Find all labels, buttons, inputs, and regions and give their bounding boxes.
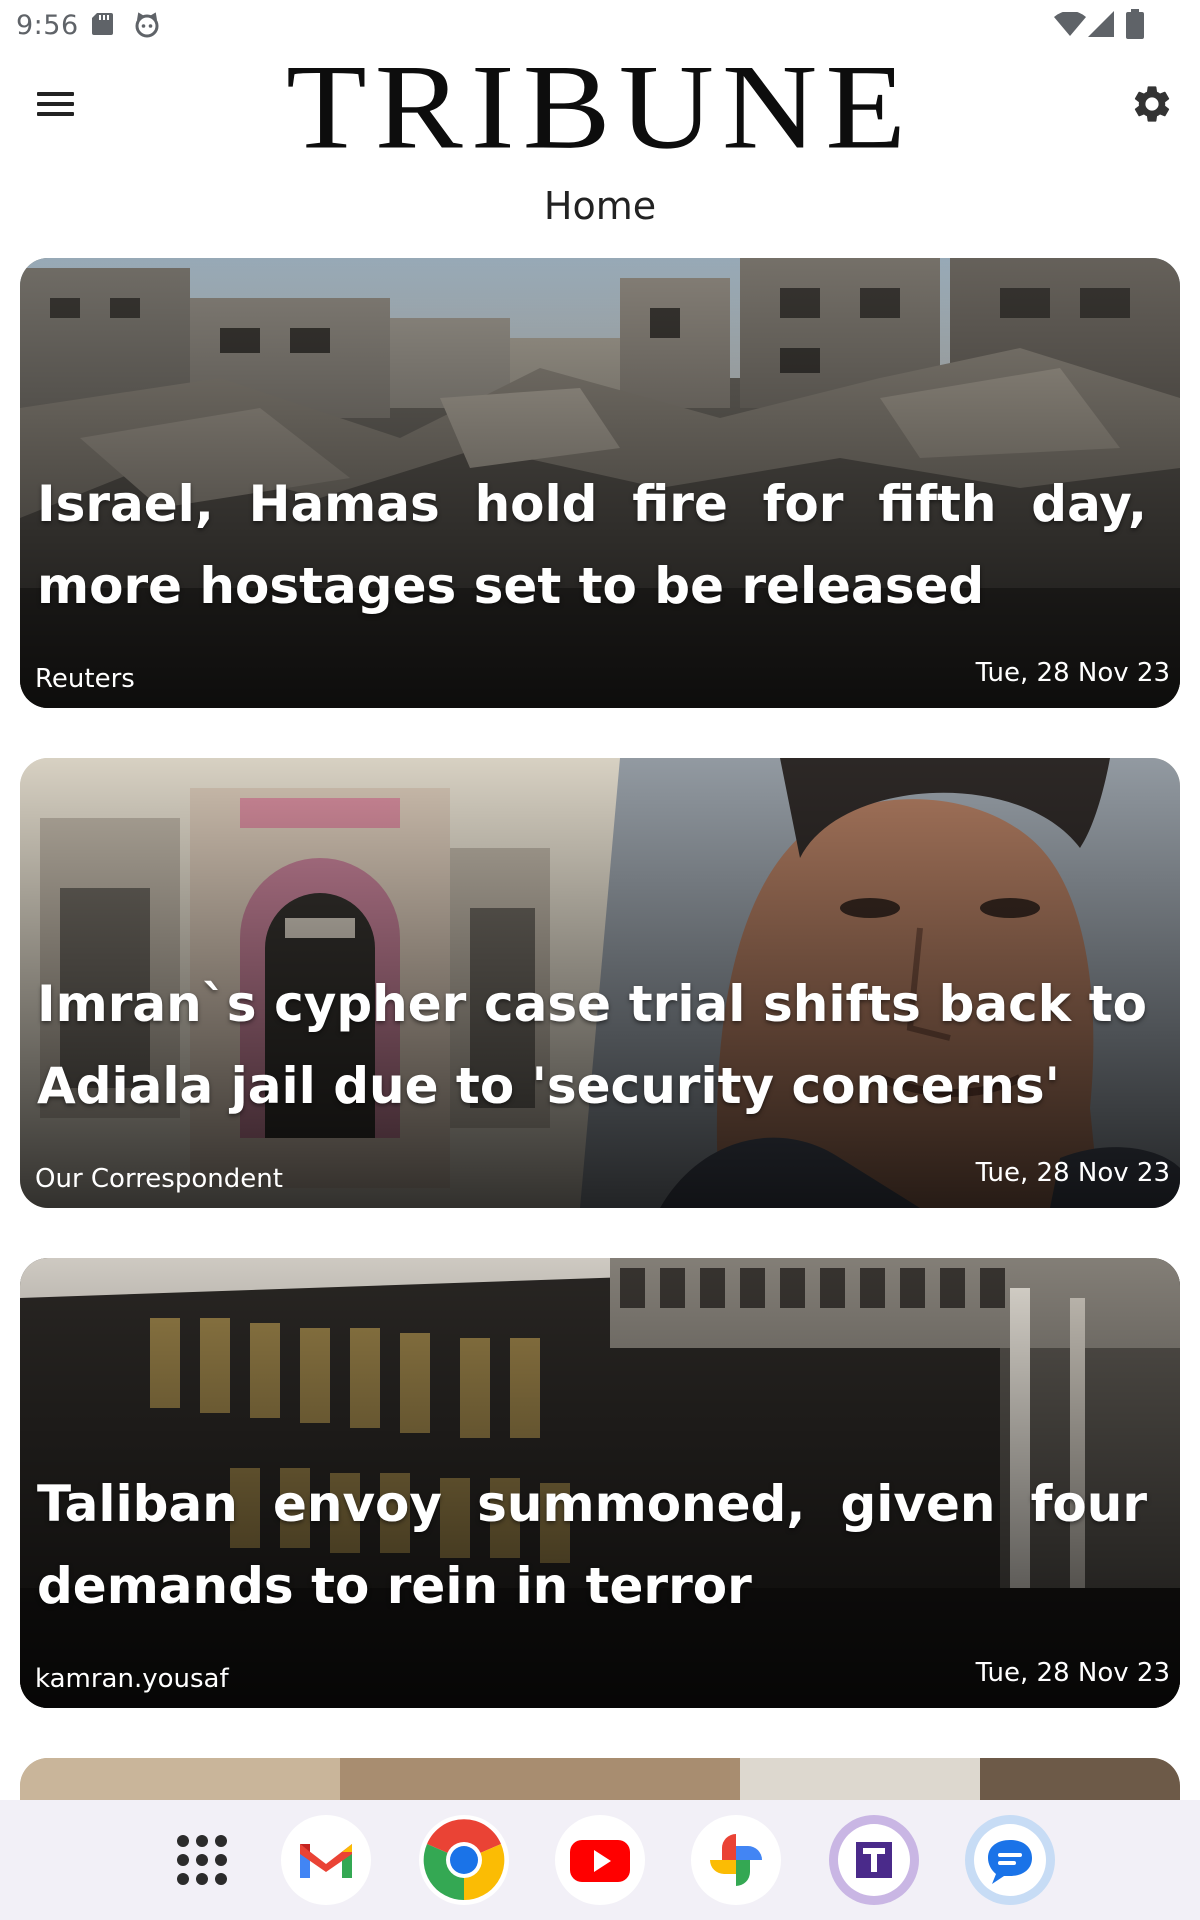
youtube-app[interactable] [554, 1814, 646, 1906]
gmail-icon [281, 1815, 371, 1905]
article-source: kamran.yousaf [35, 1664, 229, 1694]
article-date: Tue, 28 Nov 23 [975, 1658, 1170, 1688]
article-card-3[interactable]: Taliban envoy summoned, given four deman… [20, 1258, 1180, 1708]
article-source: Our Correspondent [35, 1164, 283, 1194]
chrome-icon [419, 1815, 509, 1905]
app-drawer-icon [177, 1835, 227, 1885]
app-drawer-button[interactable] [156, 1814, 248, 1906]
settings-button[interactable] [1130, 82, 1174, 126]
status-time: 9:56 [16, 10, 79, 41]
article-card-2[interactable]: Imran`s cypher case trial shifts back to… [20, 758, 1180, 1208]
menu-button[interactable] [32, 84, 80, 128]
article-headline: Imran`s cypher case trial shifts back to… [37, 975, 1147, 1115]
article-date: Tue, 28 Nov 23 [975, 1158, 1170, 1188]
hamburger-menu-icon [37, 92, 74, 96]
article-headline: Israel, Hamas hold fire for fifth day, m… [37, 475, 1147, 615]
chrome-app[interactable] [418, 1814, 510, 1906]
battery-icon [1126, 9, 1144, 39]
google-photos-app[interactable] [690, 1814, 782, 1906]
cat-icon [135, 12, 159, 38]
gmail-app[interactable] [280, 1814, 372, 1906]
article-headline: Taliban envoy summoned, given four deman… [37, 1475, 1147, 1615]
messages-app[interactable] [964, 1814, 1056, 1906]
gear-icon [1134, 86, 1170, 122]
article-date: Tue, 28 Nov 23 [975, 658, 1170, 688]
article-source: Reuters [35, 664, 135, 694]
app-dock [0, 1800, 1200, 1920]
app-logo: TRIBUNE [286, 38, 914, 175]
google-photos-icon [691, 1815, 781, 1905]
screen: 9:56 TRIBUNE Home Israel, Hamas hold fir… [0, 0, 1200, 1920]
tribune-app[interactable] [828, 1814, 920, 1906]
tribune-app-icon [829, 1815, 919, 1905]
cell-signal-icon [1088, 11, 1114, 37]
sd-card-icon [92, 13, 113, 35]
page-title: Home [543, 184, 657, 228]
wifi-icon [1054, 12, 1086, 36]
youtube-icon [555, 1815, 645, 1905]
messages-icon [965, 1815, 1055, 1905]
article-card-1[interactable]: Israel, Hamas hold fire for fifth day, m… [20, 258, 1180, 708]
